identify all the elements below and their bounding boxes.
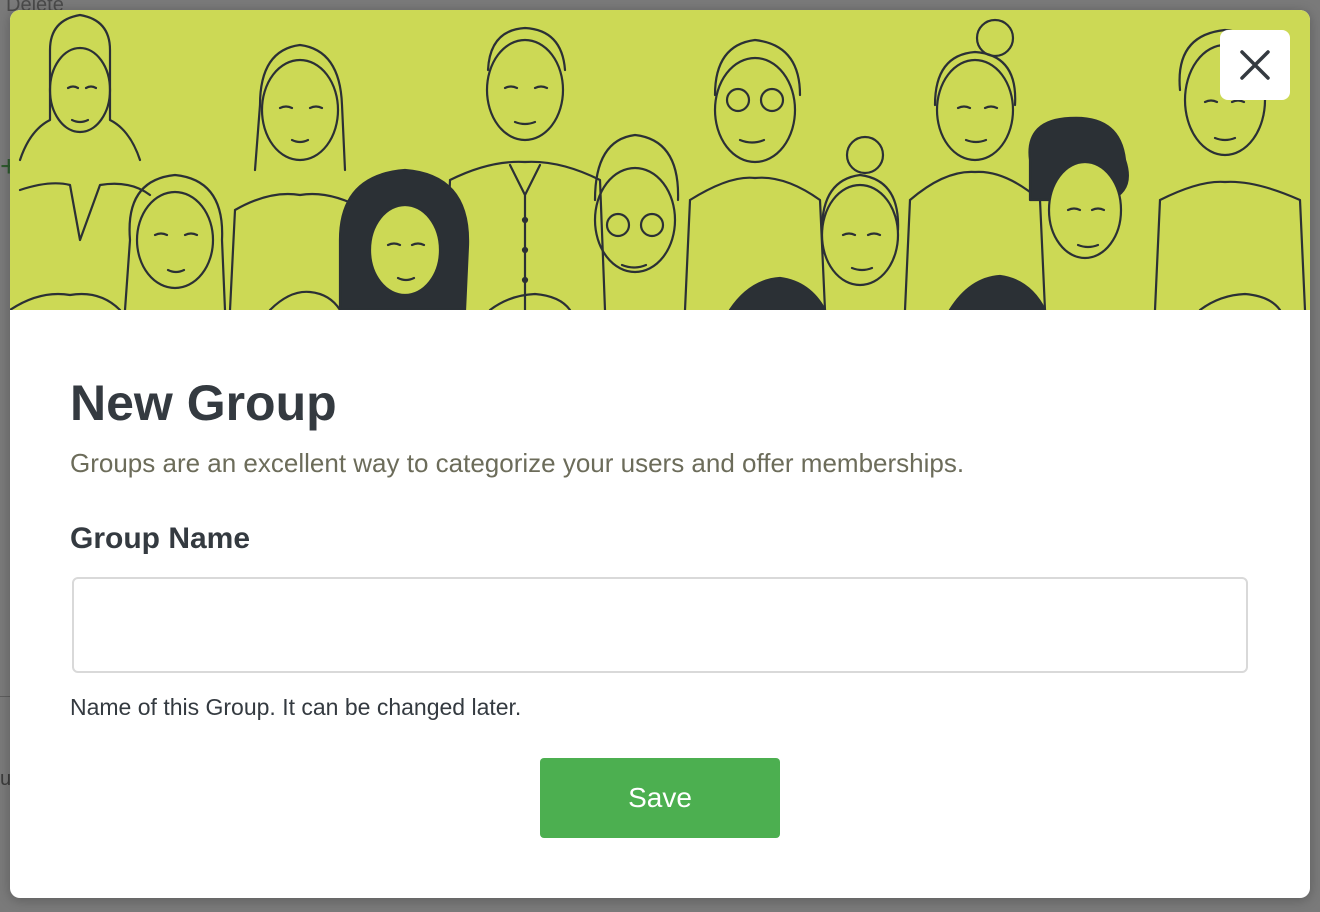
close-icon: [1240, 50, 1270, 80]
new-group-modal: New Group Groups are an excellent way to…: [10, 10, 1310, 898]
group-name-input[interactable]: [72, 577, 1248, 673]
modal-title: New Group: [70, 375, 337, 431]
background-divider: [0, 696, 10, 697]
group-name-help-text: Name of this Group. It can be changed la…: [70, 694, 522, 720]
save-button[interactable]: Save: [540, 758, 780, 838]
modal-subtitle: Groups are an excellent way to categoriz…: [70, 448, 965, 478]
group-name-label: Group Name: [70, 522, 251, 555]
close-button[interactable]: [1220, 30, 1290, 100]
people-illustration-banner: [10, 10, 1310, 310]
people-illustration: [10, 13, 1307, 310]
